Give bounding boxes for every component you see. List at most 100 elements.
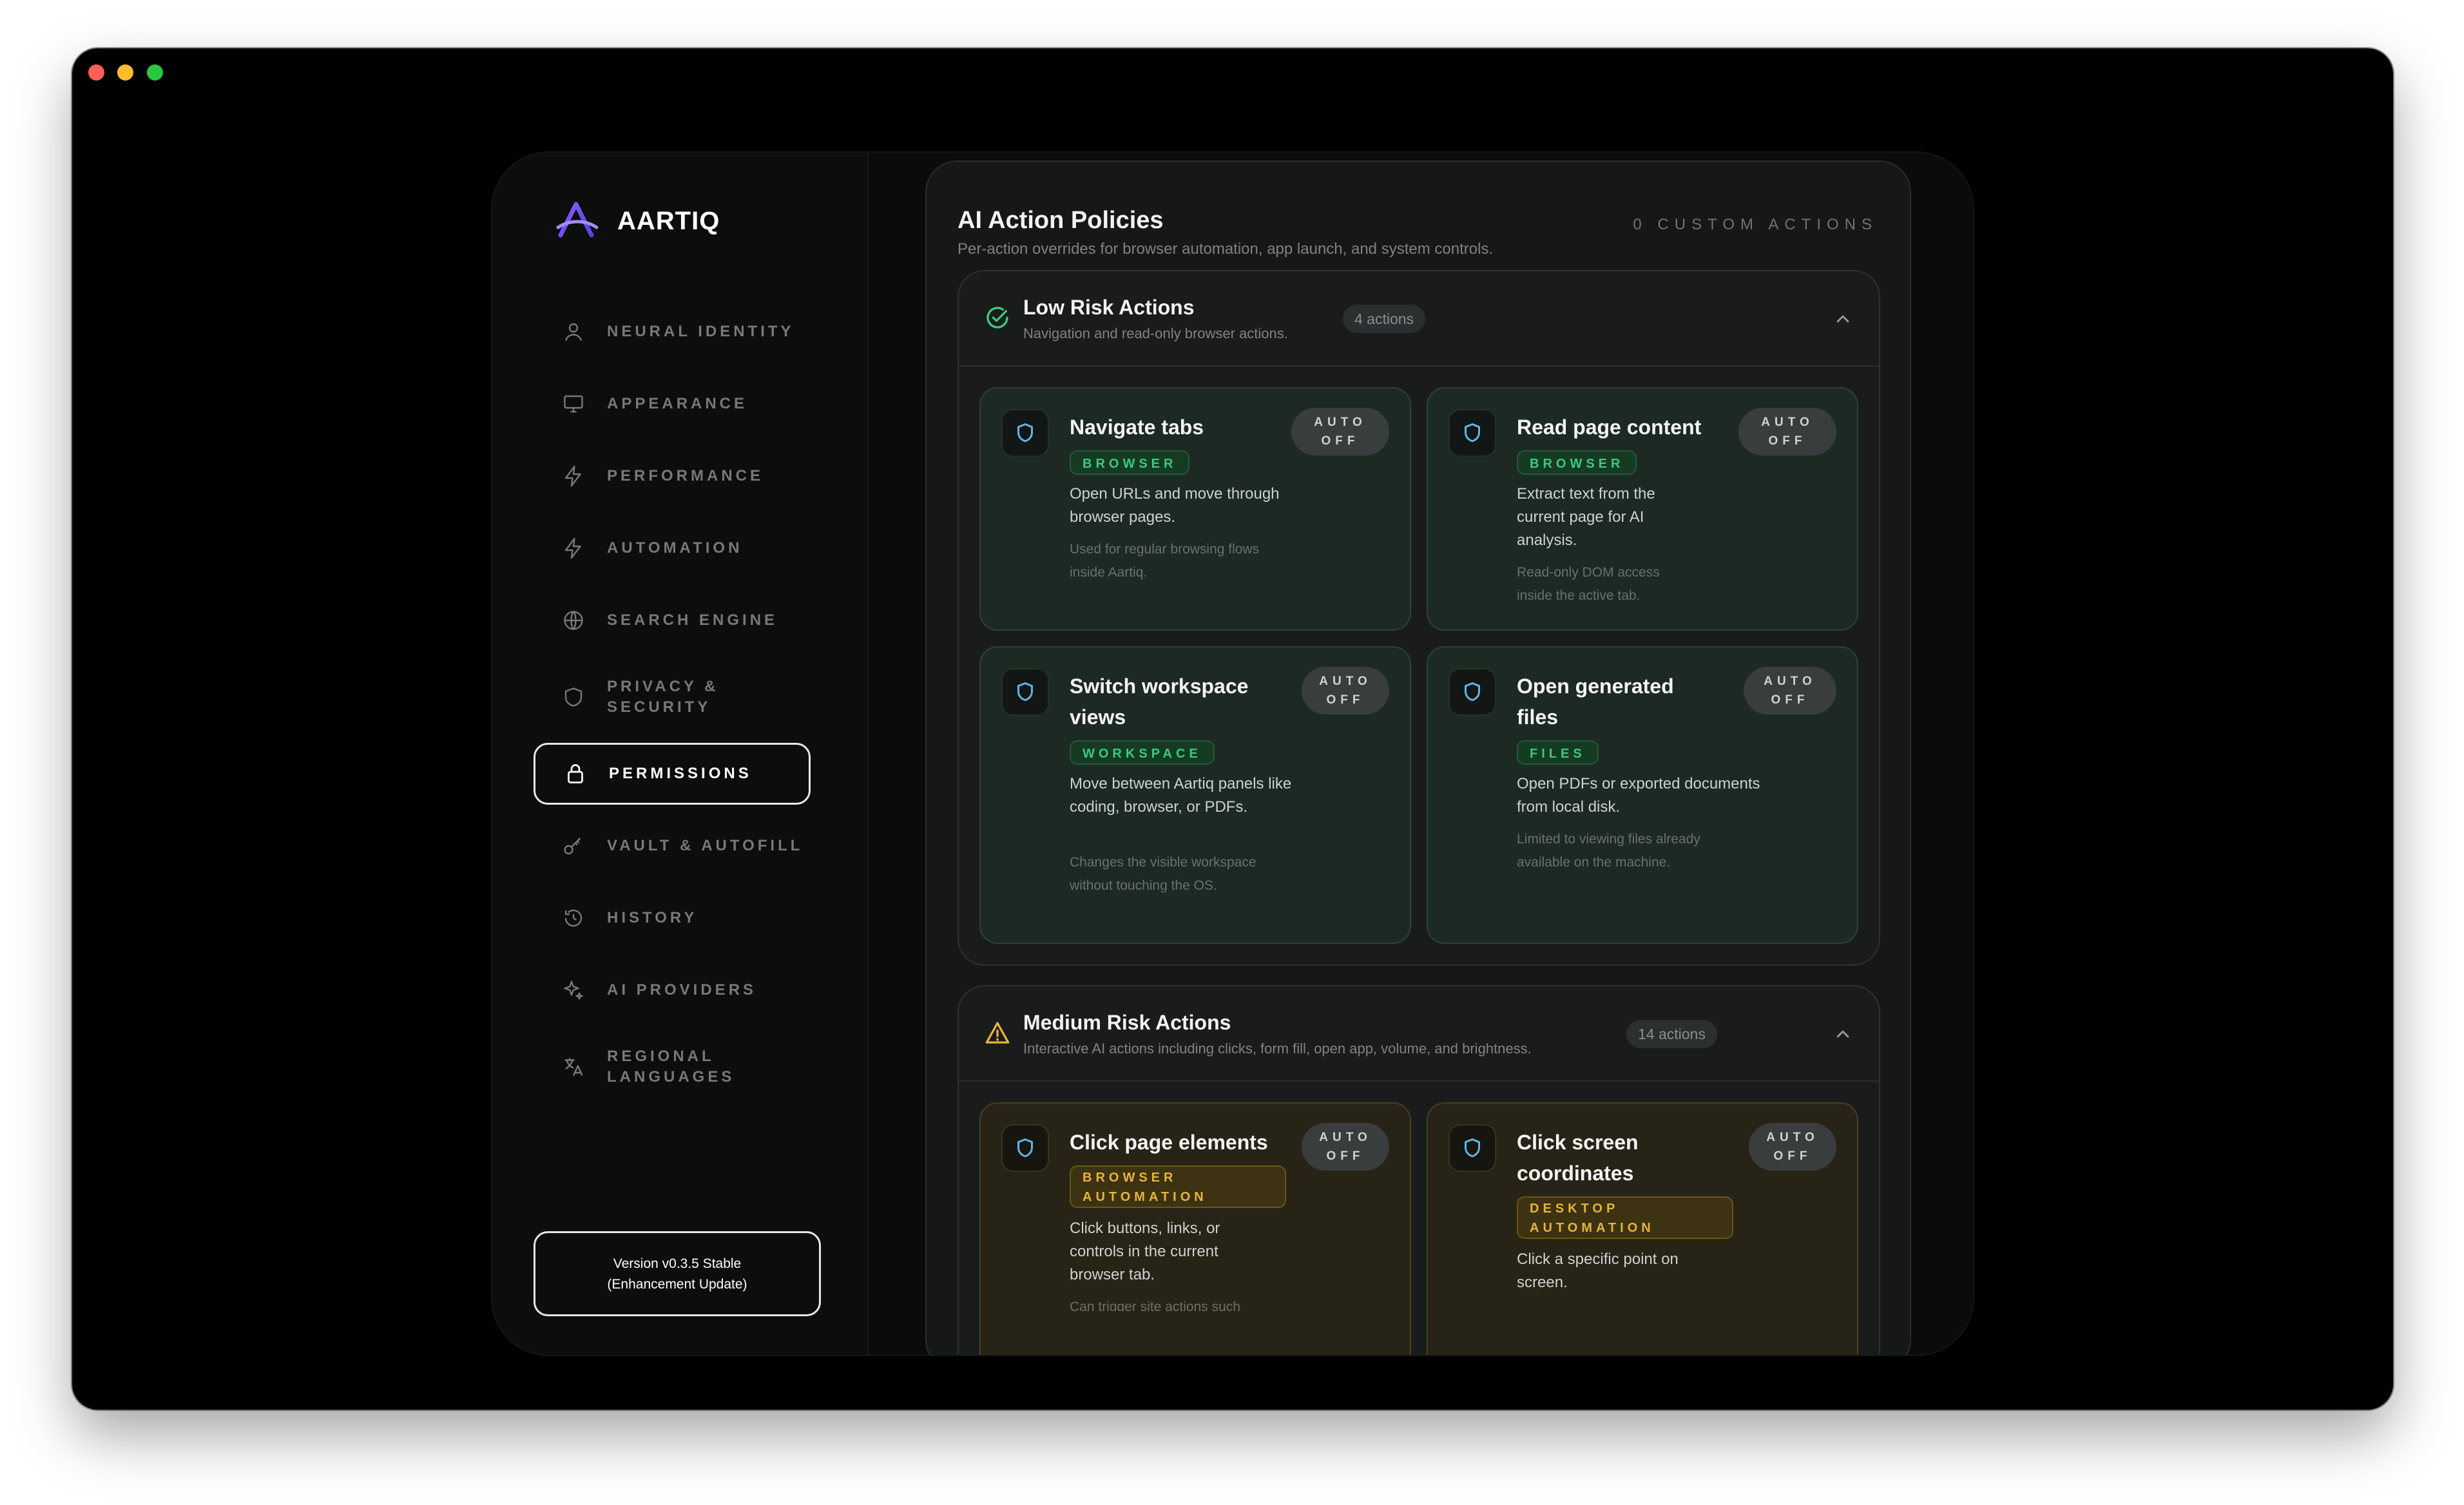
auto-toggle[interactable]: AUTO OFF [1749,1123,1836,1171]
policy-card-click-screen-coordinates: Click screen coordinates AUTO OFF DESKTO… [1427,1102,1858,1355]
sidebar-nav: NEURAL IDENTITY APPEARANCE PERFORMANCE A… [534,301,811,1113]
sidebar-item-permissions[interactable]: PERMISSIONS [534,743,811,805]
monitor-icon [562,392,585,416]
brand: AARTIQ [554,198,720,244]
bolt-icon [562,537,585,560]
custom-actions-count: 0 CUSTOM ACTIONS [1633,216,1878,233]
shield-icon [1001,668,1049,716]
ai-action-policies-panel: AI Action Policies Per-action overrides … [925,160,1911,1355]
card-note: Changes the visible workspace without to… [1070,855,1256,893]
version-subtext: (Enhancement Update) [607,1277,747,1292]
card-description: Open URLs and move through browser pages… [1070,485,1280,526]
shield-icon [562,685,585,709]
shield-icon [1449,1124,1496,1172]
group-count-badge: 4 actions [1343,305,1426,333]
category-tag: BROWSER [1070,450,1190,475]
medium-risk-group: Medium Risk Actions Interactive AI actio… [958,985,1880,1355]
settings-app: AARTIQ NEURAL IDENTITY APPEARANCE PERFOR… [491,151,1974,1356]
sidebar-item-ai-providers[interactable]: AI PROVIDERS [534,959,811,1021]
shield-icon [1449,409,1496,457]
sidebar-item-regional-languages[interactable]: REGIONAL LANGUAGES [534,1031,811,1102]
sparkles-icon [562,979,585,1002]
bolt-icon [562,465,585,488]
policy-card-switch-workspace-views: Switch workspace views AUTO OFF WORKSPAC… [979,646,1411,944]
card-description: Click a specific point on screen. [1517,1251,1679,1291]
category-tag: WORKSPACE [1070,740,1215,765]
category-tag: BROWSER [1517,450,1637,475]
card-title: Click page elements [1070,1131,1268,1154]
auto-toggle[interactable]: AUTO OFF [1302,1123,1389,1171]
policy-card-navigate-tabs: Navigate tabs AUTO OFF BROWSER Open URLs… [979,387,1411,631]
globe-icon [562,609,585,632]
aartiq-logo-icon [556,202,599,238]
close-window-button[interactable] [88,64,104,81]
sidebar-item-label: PERFORMANCE [607,467,764,484]
group-subtitle: Interactive AI actions including clicks,… [1023,1040,1532,1057]
sidebar-item-label: PERMISSIONS [609,765,752,782]
card-description: Click buttons, links, or controls in the… [1070,1220,1220,1283]
auto-toggle[interactable]: AUTO OFF [1291,408,1389,455]
minimize-window-button[interactable] [117,64,133,81]
sidebar-item-performance[interactable]: PERFORMANCE [534,445,811,507]
sidebar-item-vault-autofill[interactable]: VAULT & AUTOFILL [534,815,811,877]
page-subtitle: Per-action overrides for browser automat… [958,240,1494,258]
lock-icon [564,762,587,785]
auto-toggle[interactable]: AUTO OFF [1302,667,1389,714]
card-title: Open generated files [1517,675,1674,729]
sidebar-item-label: AUTOMATION [607,539,743,557]
auto-toggle[interactable]: AUTO OFF [1738,408,1836,455]
app-window: AARTIQ NEURAL IDENTITY APPEARANCE PERFOR… [72,48,2393,1410]
check-circle-icon [987,307,1008,329]
card-note: Limited to viewing files already availab… [1517,832,1700,870]
chevron-up-icon[interactable] [1833,1024,1853,1044]
sidebar-item-label: APPEARANCE [607,395,748,412]
sidebar-item-label: HISTORY [607,909,698,926]
policy-card-open-generated-files: Open generated files AUTO OFF FILES Open… [1427,646,1858,944]
history-icon [562,906,585,930]
shield-icon [1001,1124,1049,1172]
page-title: AI Action Policies [958,207,1164,234]
sidebar-item-automation[interactable]: AUTOMATION [534,517,811,579]
chevron-up-icon[interactable] [1833,309,1853,329]
category-tag: BROWSER AUTOMATION [1070,1165,1286,1208]
sidebar-item-history[interactable]: HISTORY [534,887,811,949]
sidebar: AARTIQ NEURAL IDENTITY APPEARANCE PERFOR… [492,153,869,1355]
group-count-badge: 14 actions [1626,1020,1717,1048]
auto-toggle[interactable]: AUTO OFF [1744,667,1836,714]
card-description: Move between Aartiq panels like coding, … [1070,775,1292,816]
sidebar-item-privacy-security[interactable]: PRIVACY & SECURITY [534,662,811,733]
sidebar-item-label: AI PROVIDERS [607,981,757,999]
version-text: Version v0.3.5 Stable [613,1256,742,1271]
card-title: Navigate tabs [1070,416,1204,439]
shield-icon [1449,668,1496,716]
group-subtitle: Navigation and read-only browser actions… [1023,325,1288,341]
zoom-window-button[interactable] [147,64,163,81]
shield-icon [1001,409,1049,457]
card-title: Read page content [1517,416,1702,439]
warning-icon [985,1022,1010,1044]
card-description: Extract text from the current page for A… [1517,485,1655,549]
category-tag: DESKTOP AUTOMATION [1517,1196,1733,1239]
translate-icon [562,1055,585,1078]
version-badge: Version v0.3.5 Stable (Enhancement Updat… [534,1231,821,1316]
sidebar-item-appearance[interactable]: APPEARANCE [534,373,811,435]
sidebar-item-label: PRIVACY & SECURITY [607,678,719,716]
medium-risk-group-header[interactable]: Medium Risk Actions Interactive AI actio… [959,986,1879,1082]
sidebar-item-neural-identity[interactable]: NEURAL IDENTITY [534,301,811,363]
card-note: Used for regular browsing flows inside A… [1070,542,1260,580]
card-description: Open PDFs or exported documents from loc… [1517,775,1760,816]
group-title: Low Risk Actions [1023,296,1195,319]
low-risk-group: Low Risk Actions Navigation and read-onl… [958,270,1880,966]
category-tag: FILES [1517,740,1599,765]
key-icon [562,834,585,858]
group-title: Medium Risk Actions [1023,1011,1231,1034]
card-title: Switch workspace views [1070,675,1249,729]
sidebar-item-search-engine[interactable]: SEARCH ENGINE [534,590,811,651]
card-note: Read-only DOM access inside the active t… [1517,565,1660,603]
sidebar-item-label: REGIONAL LANGUAGES [607,1048,735,1086]
low-risk-group-header[interactable]: Low Risk Actions Navigation and read-onl… [959,271,1879,367]
policy-card-read-page-content: Read page content AUTO OFF BROWSER Extra… [1427,387,1858,631]
policy-card-click-page-elements: Click page elements AUTO OFF BROWSER AUT… [979,1102,1411,1355]
user-icon [562,320,585,343]
brand-name: AARTIQ [617,206,720,235]
